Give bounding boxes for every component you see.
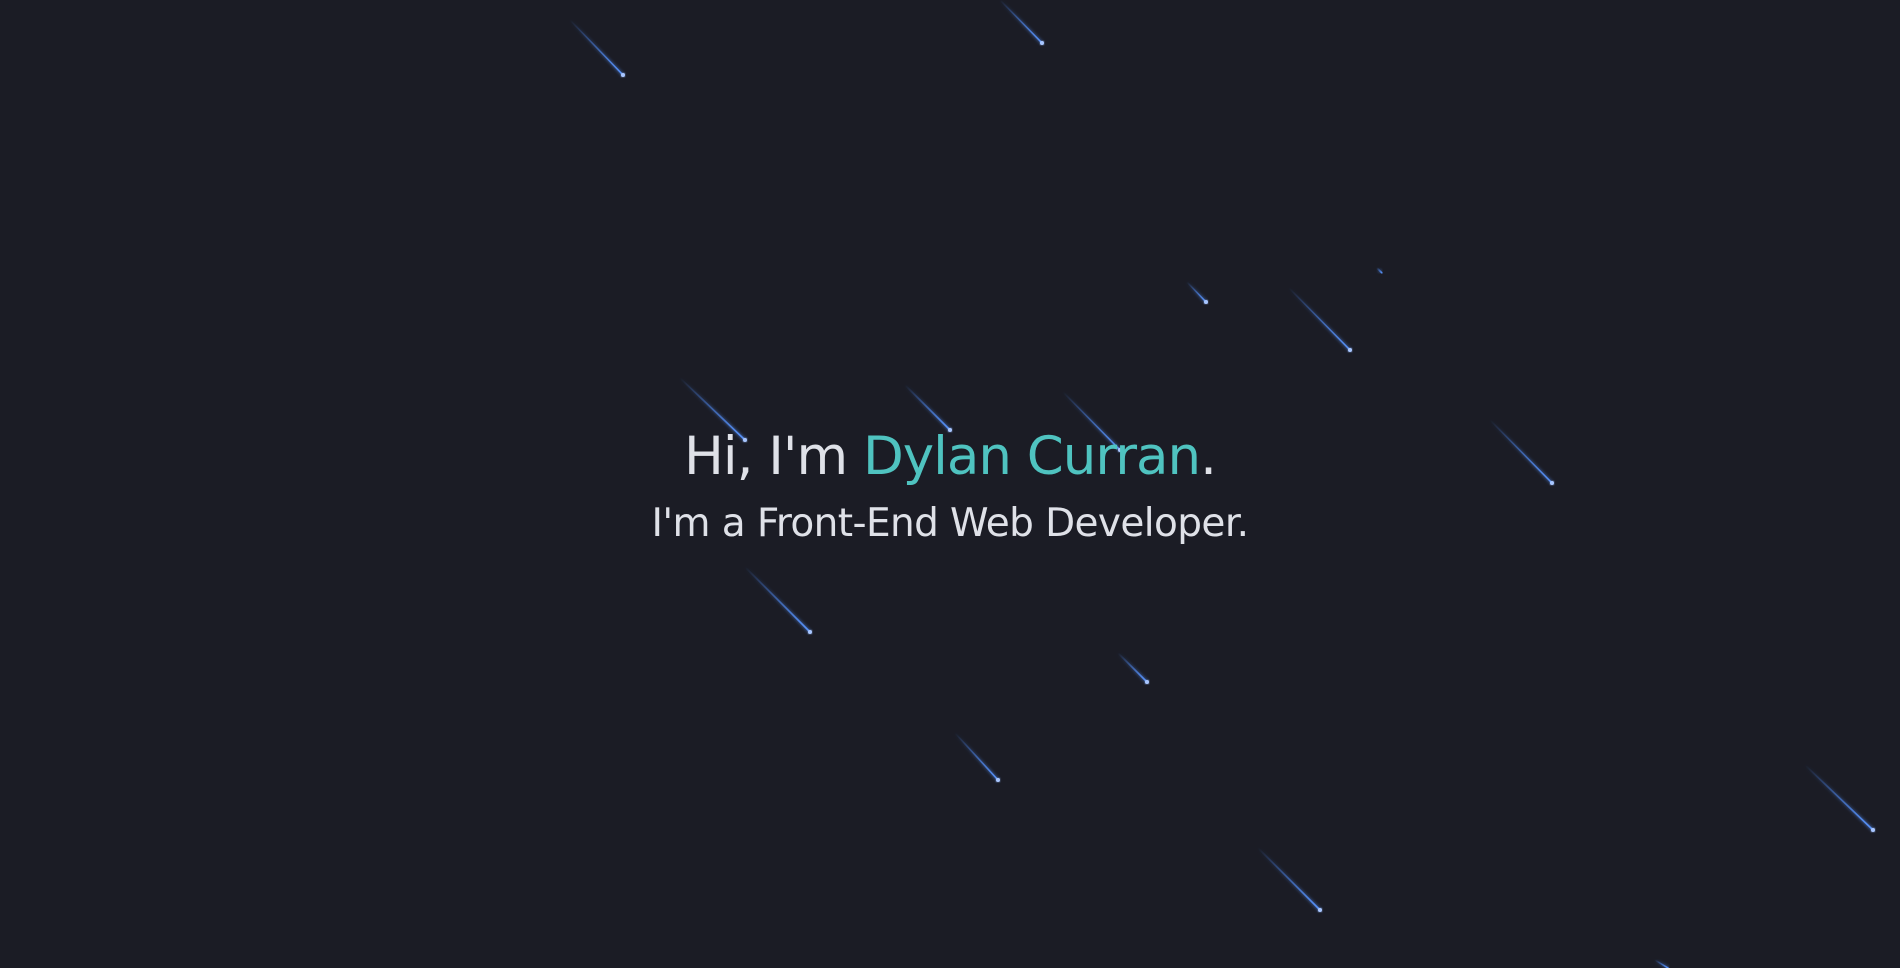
shooting-star-tail xyxy=(1654,959,1669,968)
star-head xyxy=(1040,41,1044,45)
star-head xyxy=(1871,828,1875,832)
shooting-star-icon xyxy=(954,732,1004,786)
hero-title: Hi, I'm Dylan Curran. xyxy=(0,422,1900,492)
shooting-star-icon xyxy=(744,566,816,638)
hero-greeting: Hi, I'm xyxy=(684,426,863,487)
hero-period: . xyxy=(1200,426,1217,487)
star-head xyxy=(1145,680,1149,684)
shooting-star-icon xyxy=(1288,287,1356,356)
shooting-star-tail xyxy=(1288,287,1351,351)
shooting-star-tail xyxy=(744,566,811,633)
star-head xyxy=(808,630,812,634)
hero-section: Hi, I'm Dylan Curran. I'm a Front-End We… xyxy=(0,0,1900,968)
shooting-star-tail xyxy=(1376,267,1383,274)
shooting-star-icon xyxy=(569,19,629,81)
shooting-star-icon xyxy=(1376,267,1383,274)
shooting-star-icon xyxy=(1186,281,1212,308)
shooting-star-tail xyxy=(1117,652,1148,683)
hero-name: Dylan Curran xyxy=(862,426,1201,487)
shooting-star-tail xyxy=(999,0,1043,44)
shooting-star-tail xyxy=(954,732,999,781)
shooting-star-icon xyxy=(999,0,1048,49)
shooting-star-tail xyxy=(569,19,624,76)
shooting-star-tail xyxy=(1804,764,1874,831)
shooting-star-icon xyxy=(1804,764,1879,836)
star-head xyxy=(996,778,1000,782)
shooting-star-icon xyxy=(1117,652,1153,688)
shooting-star-icon xyxy=(1654,959,1669,968)
star-head xyxy=(1204,300,1208,304)
star-head xyxy=(1348,348,1352,352)
shooting-star-tail xyxy=(1186,281,1207,303)
hero-subtitle: I'm a Front-End Web Developer. xyxy=(651,501,1250,546)
shooting-star-tail xyxy=(1257,847,1321,911)
star-head xyxy=(1318,908,1322,912)
star-head xyxy=(621,73,625,77)
shooting-star-icon xyxy=(1257,847,1326,916)
